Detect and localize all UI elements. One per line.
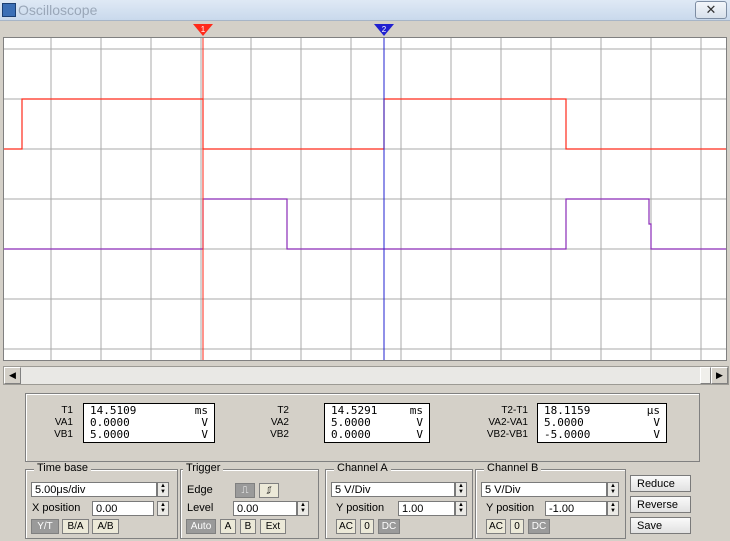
vb1-label: VB1 xyxy=(54,429,73,440)
falling-edge-icon: ⎎ xyxy=(266,485,272,496)
dvb-unit: V xyxy=(653,428,660,441)
dt-label: T2-T1 xyxy=(501,405,528,416)
xposition-field[interactable]: 0.00 xyxy=(92,501,154,516)
cursor-1-handle[interactable]: 1 xyxy=(193,24,213,36)
window-title: Oscilloscope xyxy=(18,2,98,18)
channel-a-ypos-spinner[interactable]: ▲ ▼ xyxy=(455,501,467,516)
va2-label: VA2 xyxy=(270,417,289,428)
oscilloscope-screen xyxy=(3,37,727,361)
trigger-a-button[interactable]: A xyxy=(220,519,236,534)
t1-label: T1 xyxy=(61,405,73,416)
scrollbar-thumb[interactable] xyxy=(700,367,711,384)
ba-mode-button[interactable]: B/A xyxy=(62,519,89,534)
trigger-ext-button[interactable]: Ext xyxy=(260,519,286,534)
dvb-value: -5.0000 xyxy=(544,428,591,441)
channel-a-scale-spinner[interactable]: ▲ ▼ xyxy=(455,482,467,497)
timebase-title: Time base xyxy=(34,462,91,474)
arrow-left-icon: ◀ xyxy=(9,370,16,380)
channel-a-scale-field[interactable]: 5 V/Div xyxy=(331,482,455,497)
edge-label: Edge xyxy=(187,484,213,496)
trigger-auto-button[interactable]: Auto xyxy=(186,519,216,534)
scope-display xyxy=(4,38,726,360)
channel-a-group: Channel A 5 V/Div ▲ ▼ Y position 1.00 ▲ ▼ … xyxy=(325,462,473,539)
level-label: Level xyxy=(187,502,214,514)
channel-b-trace xyxy=(4,198,726,250)
save-button[interactable]: Save xyxy=(630,517,691,534)
vb1-value: 5.0000 xyxy=(90,428,130,441)
channel-a-ac-button[interactable]: AC xyxy=(336,519,356,534)
trigger-level-spinner[interactable]: ▲ ▼ xyxy=(297,501,309,516)
vb2-label: VB2 xyxy=(270,429,289,440)
channel-b-scale-spinner[interactable]: ▲ ▼ xyxy=(607,482,619,497)
oscilloscope-app-icon xyxy=(2,3,16,17)
t2-label: T2 xyxy=(277,405,289,416)
dvb-label: VB2-VB1 xyxy=(486,429,528,440)
cursor-markers: 1 2 xyxy=(193,24,394,36)
yt-mode-button[interactable]: Y/T xyxy=(31,519,59,534)
reverse-button[interactable]: Reverse xyxy=(630,496,691,513)
channel-b-zero-button[interactable]: 0 xyxy=(510,519,524,534)
trigger-b-button[interactable]: B xyxy=(240,519,256,534)
channel-b-title: Channel B xyxy=(484,462,542,474)
trigger-group: Trigger Edge ⎍ ⎎ Level 0.00 ▲ ▼ Auto A B … xyxy=(180,462,319,539)
channel-b-ypos-field[interactable]: -1.00 xyxy=(545,501,607,516)
channel-b-ypos-spinner[interactable]: ▲ ▼ xyxy=(607,501,619,516)
channel-a-title: Channel A xyxy=(334,462,391,474)
xposition-spinner[interactable]: ▲ ▼ xyxy=(157,501,169,516)
rising-edge-button[interactable]: ⎍ xyxy=(235,483,255,498)
channel-a-dc-button[interactable]: DC xyxy=(378,519,400,534)
measurement-panel: T1 VA1 VB1 14.5109 ms 0.0000 V 5.0000 V T2 … xyxy=(25,393,700,462)
scroll-left-button[interactable]: ◀ xyxy=(4,367,21,384)
trigger-level-field[interactable]: 0.00 xyxy=(233,501,297,516)
reduce-button[interactable]: Reduce xyxy=(630,475,691,492)
vb1-unit: V xyxy=(201,428,208,441)
cursor-2-values: 14.5291 ms 5.0000 V 0.0000 V xyxy=(324,403,430,443)
timebase-scale-field[interactable]: 5.00μs/div xyxy=(31,482,157,497)
channel-b-group: Channel B 5 V/Div ▲ ▼ Y position -1.00 ▲ ▼… xyxy=(475,462,626,539)
dva-label: VA2-VA1 xyxy=(488,417,528,428)
channel-a-trace xyxy=(4,98,726,150)
trigger-title: Trigger xyxy=(183,462,224,474)
horizontal-scrollbar[interactable]: ◀ ▶ xyxy=(3,366,729,385)
ab-mode-button[interactable]: A/B xyxy=(92,519,119,534)
vb2-unit: V xyxy=(416,428,423,441)
cursor-1-label: 1 xyxy=(201,25,206,34)
scroll-right-button[interactable]: ▶ xyxy=(711,367,728,384)
channel-a-ypos-field[interactable]: 1.00 xyxy=(398,501,455,516)
channel-a-zero-button[interactable]: 0 xyxy=(360,519,374,534)
vb2-value: 0.0000 xyxy=(331,428,371,441)
channel-b-dc-button[interactable]: DC xyxy=(528,519,550,534)
channel-b-ypos-label: Y position xyxy=(486,502,535,514)
timebase-scale-spinner[interactable]: ▲ ▼ xyxy=(157,482,169,497)
cursor-2-label: 2 xyxy=(382,25,387,34)
arrow-right-icon: ▶ xyxy=(716,370,723,380)
channel-a-ypos-label: Y position xyxy=(336,502,385,514)
difference-values: 18.1159 μs 5.0000 V -5.0000 V xyxy=(537,403,667,443)
falling-edge-button[interactable]: ⎎ xyxy=(259,483,279,498)
timebase-group: Time base 5.00μs/div ▲ ▼ X position 0.00 … xyxy=(25,462,178,539)
cursor-1-values: 14.5109 ms 0.0000 V 5.0000 V xyxy=(83,403,215,443)
title-bar: Oscilloscope ✕ xyxy=(0,0,730,21)
rising-edge-icon: ⎍ xyxy=(241,485,249,496)
channel-b-ac-button[interactable]: AC xyxy=(486,519,506,534)
xposition-label: X position xyxy=(32,502,81,514)
channel-b-scale-field[interactable]: 5 V/Div xyxy=(481,482,607,497)
cursor-2-handle[interactable]: 2 xyxy=(374,24,394,36)
va1-label: VA1 xyxy=(54,417,73,428)
close-button[interactable]: ✕ xyxy=(695,1,727,19)
